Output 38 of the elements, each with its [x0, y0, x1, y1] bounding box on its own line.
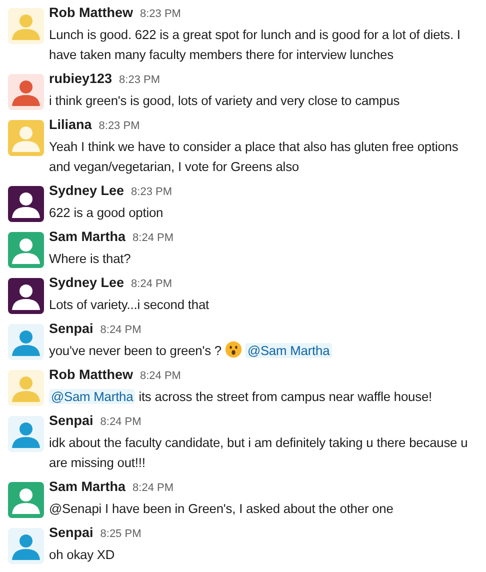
message-text: idk about the faculty candidate, but i am definitely taking u there because u are missing out!!! [49, 435, 468, 470]
author-name[interactable]: Senpai [49, 321, 94, 336]
author-name[interactable]: Sydney Lee [49, 183, 124, 198]
author-name[interactable]: Rob Matthew [49, 367, 133, 382]
message-text: @Senapi I have been in Green's, I asked about the other one [49, 501, 394, 516]
message-time[interactable]: 8:23 PM [140, 8, 181, 20]
message-time[interactable]: 8:24 PM [100, 324, 142, 336]
message-time[interactable]: 8:24 PM [140, 370, 181, 382]
message-time[interactable]: 8:23 PM [131, 186, 172, 198]
surprised-face-icon [224, 341, 242, 358]
message-text: its across the street from campus near waffle house! [138, 389, 432, 404]
message-time[interactable]: 8:23 PM [98, 120, 140, 132]
message-text: you've never been to green's ? [49, 343, 222, 358]
message-text: Lunch is good. 622 is a great spot for lunch and is good for a lot of diets. I have taken many faculty members there for interview lunches [49, 27, 460, 62]
message-text: Where is that? [49, 251, 131, 266]
user-mention[interactable]: @Sam Martha [49, 389, 136, 404]
author-name[interactable]: Sam Martha [49, 229, 126, 244]
message-text: 622 is a good option [49, 205, 164, 220]
user-mention[interactable]: @Sam Martha [245, 343, 332, 358]
message-time[interactable]: 8:24 PM [100, 416, 142, 428]
avatar-icon[interactable] [8, 186, 44, 222]
message-text: i think green's is good, lots of variety and very close to campus [49, 93, 400, 108]
message-time[interactable]: 8:24 PM [132, 232, 174, 244]
message-text: Yeah I think we have to consider a place that also has gluten free options and vegan/vegetarian, I vote for Greens also [49, 139, 458, 174]
author-name[interactable]: Sam Martha [49, 479, 126, 494]
author-name[interactable]: Senpai [49, 413, 94, 428]
author-name[interactable]: Senpai [49, 525, 94, 540]
message-time[interactable]: 8:25 PM [100, 528, 142, 540]
author-name[interactable]: Sydney Lee [49, 275, 124, 290]
author-name[interactable]: Rob Matthew [49, 5, 133, 20]
message-text: Lots of variety...i second that [49, 297, 210, 312]
message-time[interactable]: 8:24 PM [131, 278, 172, 290]
author-name[interactable]: Liliana [49, 117, 92, 132]
message-time[interactable]: 8:23 PM [119, 74, 160, 86]
avatar-icon[interactable] [8, 278, 44, 314]
author-name[interactable]: rubiey123 [49, 71, 112, 86]
message-text: oh okay XD [49, 547, 115, 562]
message-time[interactable]: 8:24 PM [132, 482, 174, 494]
